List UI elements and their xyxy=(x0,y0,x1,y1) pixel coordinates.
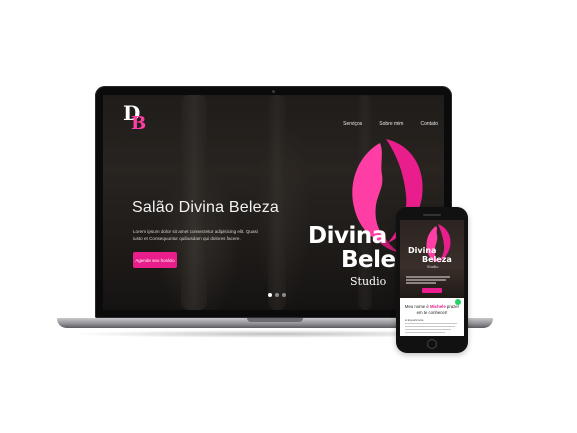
mobile-brand-word-divina: Divina xyxy=(408,246,437,255)
phone-speaker xyxy=(423,214,441,216)
laptop-notch xyxy=(247,318,303,322)
mobile-book-button[interactable] xyxy=(422,288,442,293)
phone-screen: Divina Beleza Studio Meu nome é Michele … xyxy=(400,220,464,336)
nav-item-servicos[interactable]: Serviços xyxy=(343,121,362,127)
hero-description: Lorem ipsum dolor sit amet consectetur a… xyxy=(133,229,258,241)
slider-dot[interactable] xyxy=(268,293,272,297)
mobile-text-line xyxy=(406,279,446,281)
slider-dots xyxy=(268,293,286,297)
mobile-text-line xyxy=(406,282,436,284)
logo-letter-b: B xyxy=(131,113,147,134)
mobile-text-line xyxy=(405,329,451,330)
hero-title: Salão Divina Beleza xyxy=(132,199,279,216)
brand-word-divina: Divina xyxy=(308,223,387,249)
mobile-text-line xyxy=(405,332,445,333)
nav-item-contato[interactable]: Contato xyxy=(420,121,438,127)
mobile-intro: Meu nome é Michele prazer em te conhecer… xyxy=(404,304,460,315)
slider-dot[interactable] xyxy=(275,293,279,297)
brand-word-studio: Studio xyxy=(350,275,387,288)
site-nav: Serviços Sobre mim Contato xyxy=(343,121,438,127)
laptop-screen: D B Serviços Sobre mim Contato Salão Div… xyxy=(103,95,444,310)
nav-item-sobre-mim[interactable]: Sobre mim xyxy=(379,121,403,127)
mobile-brand-word-beleza: Beleza xyxy=(422,255,452,264)
mobile-text-line xyxy=(405,323,457,324)
mobile-text-line xyxy=(405,326,455,327)
mobile-brand-word-studio: Studio xyxy=(427,265,439,269)
mobile-subheading: ● Experiência xyxy=(405,318,424,322)
site-logo[interactable]: D B xyxy=(121,101,147,137)
book-appointment-button[interactable]: Agende seu horário xyxy=(133,252,177,268)
intro-prefix: Meu nome é xyxy=(404,304,430,309)
mobile-hero: Divina Beleza Studio xyxy=(400,220,464,298)
phone-mockup: Divina Beleza Studio Meu nome é Michele … xyxy=(396,207,468,353)
slider-dot[interactable] xyxy=(282,293,286,297)
phone-home-button[interactable] xyxy=(427,339,437,349)
intro-name: Michele xyxy=(429,304,446,309)
mobile-text-line xyxy=(406,276,450,278)
laptop-camera xyxy=(272,90,275,93)
